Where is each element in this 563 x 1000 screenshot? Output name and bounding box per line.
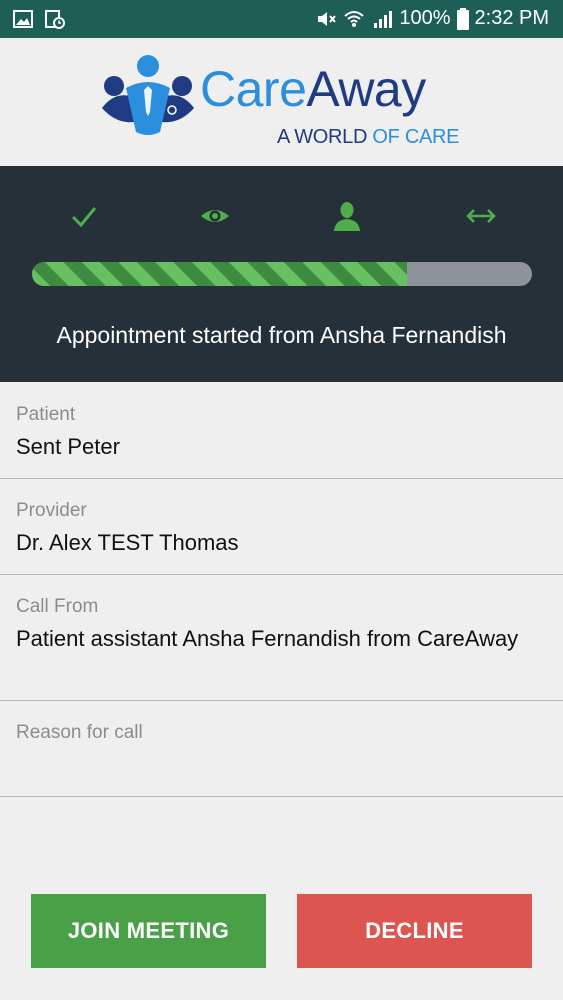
- tagline-part1: A WORLD: [277, 126, 373, 148]
- mute-icon: [318, 11, 337, 26]
- battery-icon: [456, 7, 469, 30]
- brand-tagline: A WORLD OF CARE: [277, 126, 460, 149]
- patient-value: Sent Peter: [16, 434, 120, 459]
- provider-row: Provider Dr. Alex TEST Thomas: [0, 479, 563, 575]
- progress-bar: [32, 262, 532, 286]
- brand-name-away: Away: [306, 61, 426, 117]
- brand-name: CareAway: [200, 64, 426, 114]
- wifi-icon: [344, 10, 365, 27]
- user-icon: [334, 202, 360, 231]
- tagline-part2: OF CARE: [372, 126, 460, 148]
- status-bar-right: 100% 2:32 PM: [315, 7, 549, 30]
- check-icon: [71, 207, 97, 228]
- patient-row: Patient Sent Peter: [0, 382, 563, 479]
- provider-label: Provider: [16, 500, 87, 521]
- careaway-logo-icon: [102, 55, 194, 135]
- progress-bar-fill: [32, 262, 407, 286]
- appointment-status-message: Appointment started from Ansha Fernandis…: [56, 322, 507, 348]
- battery-percent: 100%: [399, 7, 451, 29]
- call-from-label: Call From: [16, 596, 99, 617]
- eye-icon: [201, 210, 229, 222]
- clock: 2:32 PM: [474, 7, 549, 29]
- signal-icon: [374, 10, 393, 28]
- reason-row: Reason for call: [0, 701, 563, 797]
- call-from-row: Call From Patient assistant Ansha Fernan…: [0, 575, 563, 701]
- call-from-value: Patient assistant Ansha Fernandish from …: [16, 626, 519, 651]
- join-meeting-button[interactable]: JOIN MEETING: [31, 894, 266, 968]
- status-bar-left: [12, 8, 66, 30]
- calendar-clock-icon: [45, 10, 65, 29]
- app-header: CareAway A WORLD OF CARE: [0, 38, 563, 166]
- status-bar: 100% 2:32 PM: [0, 0, 563, 38]
- decline-button[interactable]: DECLINE: [297, 894, 532, 968]
- provider-value: Dr. Alex TEST Thomas: [16, 530, 239, 555]
- arrows-horizontal-icon: [466, 209, 496, 223]
- patient-label: Patient: [16, 404, 76, 425]
- reason-label: Reason for call: [16, 722, 143, 743]
- image-icon: [13, 10, 33, 28]
- appointment-progress-panel: Appointment started from Ansha Fernandis…: [0, 166, 563, 382]
- brand-name-care: Care: [200, 61, 307, 117]
